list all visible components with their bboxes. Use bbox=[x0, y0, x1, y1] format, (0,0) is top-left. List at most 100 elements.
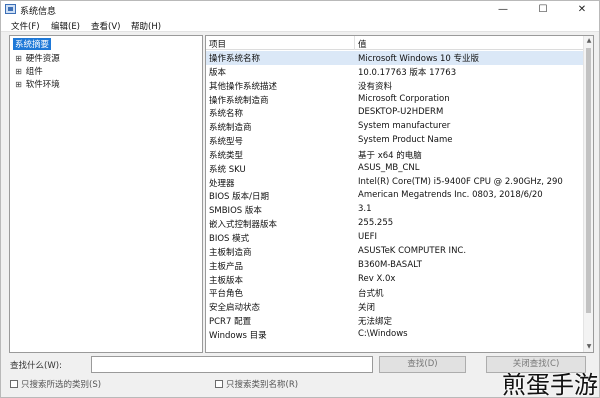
row-item-cell: 平台角色 bbox=[209, 289, 244, 300]
row-value-cell: C:\Windows bbox=[358, 328, 408, 339]
category-tree[interactable]: 系统摘要 ⊞ 硬件资源 ⊞ 组件 ⊞ 软件环境 bbox=[9, 35, 203, 353]
table-row[interactable]: PCR7 配置 无法绑定 bbox=[206, 314, 583, 328]
row-item-cell: SMBIOS 版本 bbox=[209, 206, 262, 217]
row-value-cell: 3.1 bbox=[358, 204, 372, 215]
system-info-icon bbox=[5, 4, 16, 14]
row-value-cell: 没有资料 bbox=[358, 81, 393, 92]
row-value-cell: Microsoft Windows 10 专业版 bbox=[358, 54, 480, 64]
table-row[interactable]: 嵌入式控制器版本 255.255 bbox=[206, 217, 583, 231]
list-header: 项目 值 bbox=[206, 36, 583, 50]
expand-icon[interactable]: ⊞ bbox=[14, 80, 23, 89]
table-row[interactable]: 主板版本 Rev X.0x bbox=[206, 273, 583, 287]
table-row[interactable]: 版本 10.0.17763 版本 17763 bbox=[206, 65, 583, 79]
vertical-scrollbar[interactable]: ▲ ▼ bbox=[583, 36, 593, 352]
row-item-cell: 操作系统制造商 bbox=[209, 95, 269, 106]
expand-icon[interactable]: ⊞ bbox=[14, 67, 23, 76]
table-row[interactable]: BIOS 模式 UEFI bbox=[206, 231, 583, 245]
column-header-item[interactable]: 项目 bbox=[209, 38, 226, 50]
column-header-value[interactable]: 值 bbox=[358, 38, 367, 50]
table-row[interactable]: BIOS 版本/日期 American Megatrends Inc. 0803,… bbox=[206, 189, 583, 203]
column-divider[interactable] bbox=[354, 36, 355, 50]
menu-edit[interactable]: 编辑(E) bbox=[51, 20, 80, 32]
table-row[interactable]: 系统名称 DESKTOP-U2HDERM bbox=[206, 106, 583, 120]
scroll-down-icon[interactable]: ▼ bbox=[584, 342, 593, 352]
find-input[interactable] bbox=[91, 356, 373, 373]
row-value-cell: American Megatrends Inc. 0803, 2018/6/20 bbox=[358, 190, 543, 201]
table-row[interactable]: 安全启动状态 关闭 bbox=[206, 300, 583, 314]
details-list[interactable]: 项目 值 操作系统名称 Microsoft Windows 10 专业版版本 10.… bbox=[205, 35, 594, 353]
table-row[interactable]: Windows 目录 C:\Windows bbox=[206, 328, 583, 342]
tree-item-hardware-resources[interactable]: ⊞ 硬件资源 bbox=[14, 52, 60, 64]
system-info-window: 系统信息 — ☐ ✕ 文件(F) 编辑(E) 查看(V) 帮助(H) 系统摘要 … bbox=[0, 0, 600, 398]
tree-item-label: 软件环境 bbox=[25, 80, 60, 90]
row-item-cell: 版本 bbox=[209, 67, 227, 78]
scroll-up-icon[interactable]: ▲ bbox=[584, 36, 593, 46]
row-item-cell: 操作系统名称 bbox=[209, 54, 261, 64]
row-value-cell: 台式机 bbox=[358, 289, 384, 300]
menu-file[interactable]: 文件(F) bbox=[11, 20, 40, 32]
row-value-cell: 关闭 bbox=[358, 303, 376, 314]
row-item-cell: 其他操作系统描述 bbox=[209, 81, 278, 92]
search-selected-category-option[interactable]: 只搜索所选的类别(S) bbox=[10, 378, 101, 390]
row-item-cell: 系统类型 bbox=[209, 150, 244, 161]
row-item-cell: 安全启动状态 bbox=[209, 303, 261, 314]
table-row[interactable]: 主板制造商 ASUSTeK COMPUTER INC. bbox=[206, 245, 583, 259]
checkbox[interactable] bbox=[215, 380, 223, 388]
tree-item-label: 硬件资源 bbox=[25, 54, 60, 64]
expand-icon[interactable]: ⊞ bbox=[14, 54, 23, 63]
row-item-cell: 系统 SKU bbox=[209, 164, 246, 175]
menu-view[interactable]: 查看(V) bbox=[91, 20, 120, 32]
row-item-cell: BIOS 版本/日期 bbox=[209, 192, 269, 203]
table-row[interactable]: 主板产品 B360M-BASALT bbox=[206, 259, 583, 273]
maximize-button[interactable]: ☐ bbox=[528, 1, 558, 18]
list-rows: 操作系统名称 Microsoft Windows 10 专业版版本 10.0.177… bbox=[206, 51, 583, 342]
find-button[interactable]: 查找(D) bbox=[379, 356, 466, 373]
row-item-cell: BIOS 模式 bbox=[209, 233, 250, 244]
tree-item-label: 系统摘要 bbox=[15, 40, 50, 50]
tree-item-system-summary[interactable]: 系统摘要 bbox=[13, 38, 52, 50]
row-item-cell: Windows 目录 bbox=[209, 330, 267, 341]
row-value-cell: Intel(R) Core(TM) i5-9400F CPU @ 2.90GHz… bbox=[358, 176, 563, 187]
table-row[interactable]: 系统制造商 System manufacturer bbox=[206, 120, 583, 134]
table-row[interactable]: 系统 SKU ASUS_MB_CNL bbox=[206, 162, 583, 176]
row-value-cell: ASUS_MB_CNL bbox=[358, 162, 420, 173]
row-value-cell: UEFI bbox=[358, 231, 377, 242]
checkbox-label: 只搜索所选的类别(S) bbox=[21, 380, 102, 390]
minimize-button[interactable]: — bbox=[488, 1, 518, 18]
row-value-cell: System Product Name bbox=[358, 135, 453, 146]
row-value-cell: Rev X.0x bbox=[358, 273, 396, 284]
row-value-cell: ASUSTeK COMPUTER INC. bbox=[358, 245, 467, 256]
title-bar[interactable]: 系统信息 — ☐ ✕ bbox=[1, 1, 599, 18]
row-item-cell: 系统名称 bbox=[209, 109, 244, 120]
table-row[interactable]: SMBIOS 版本 3.1 bbox=[206, 203, 583, 217]
table-row[interactable]: 其他操作系统描述 没有资料 bbox=[206, 79, 583, 93]
row-item-cell: 系统型号 bbox=[209, 137, 244, 148]
row-item-cell: 主板制造商 bbox=[209, 247, 252, 258]
tree-item-components[interactable]: ⊞ 组件 bbox=[14, 65, 43, 77]
table-row[interactable]: 操作系统制造商 Microsoft Corporation bbox=[206, 93, 583, 107]
row-item-cell: 处理器 bbox=[209, 178, 235, 189]
row-value-cell: 10.0.17763 版本 17763 bbox=[358, 67, 457, 78]
tree-item-label: 组件 bbox=[25, 67, 43, 77]
row-item-cell: 嵌入式控制器版本 bbox=[209, 220, 278, 231]
scroll-thumb[interactable] bbox=[586, 48, 591, 313]
row-value-cell: B360M-BASALT bbox=[358, 259, 422, 270]
checkbox-label: 只搜索类别名称(R) bbox=[226, 380, 299, 390]
table-row[interactable]: 平台角色 台式机 bbox=[206, 286, 583, 300]
table-row[interactable]: 系统型号 System Product Name bbox=[206, 134, 583, 148]
close-button[interactable]: ✕ bbox=[567, 1, 597, 18]
search-category-names-option[interactable]: 只搜索类别名称(R) bbox=[215, 378, 298, 390]
checkbox[interactable] bbox=[10, 380, 18, 388]
table-row[interactable]: 处理器 Intel(R) Core(TM) i5-9400F CPU @ 2.90… bbox=[206, 176, 583, 190]
tree-item-software-environment[interactable]: ⊞ 软件环境 bbox=[14, 78, 60, 90]
row-value-cell: Microsoft Corporation bbox=[358, 93, 450, 104]
menu-bar: 文件(F) 编辑(E) 查看(V) 帮助(H) bbox=[1, 18, 599, 32]
row-value-cell: System manufacturer bbox=[358, 121, 451, 132]
row-item-cell: 主板产品 bbox=[209, 261, 244, 272]
watermark: 煎蛋手游 bbox=[502, 371, 598, 398]
table-row[interactable]: 系统类型 基于 x64 的电脑 bbox=[206, 148, 583, 162]
row-item-cell: 主板版本 bbox=[209, 275, 244, 286]
row-item-cell: 系统制造商 bbox=[209, 123, 252, 134]
menu-help[interactable]: 帮助(H) bbox=[131, 20, 161, 32]
table-row[interactable]: 操作系统名称 Microsoft Windows 10 专业版 bbox=[206, 51, 583, 65]
